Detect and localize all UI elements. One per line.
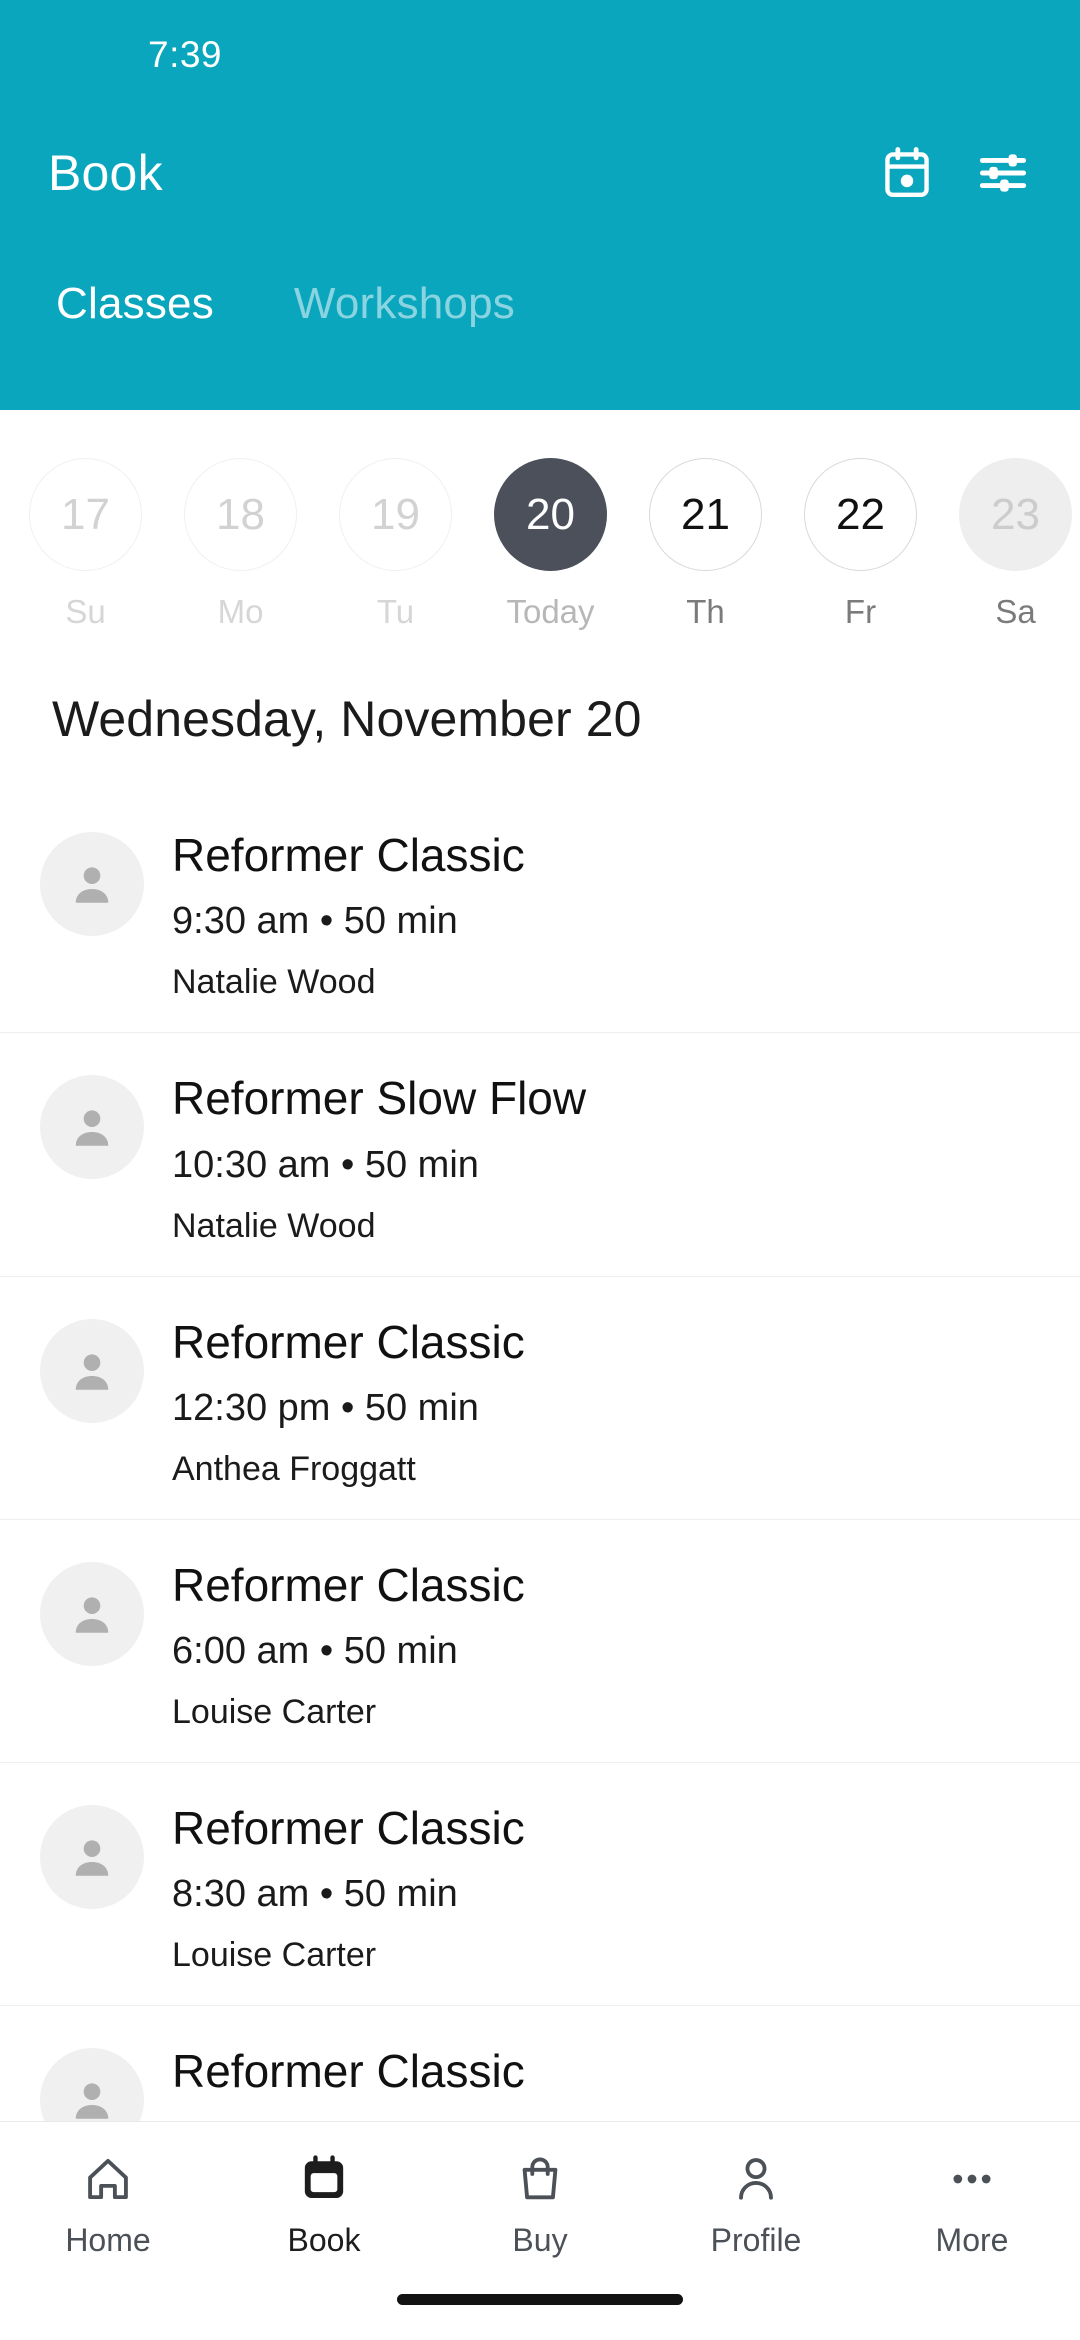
- date-weekday: Tu: [376, 593, 415, 630]
- tab-classes[interactable]: Classes: [34, 279, 236, 329]
- header-tabs: Classes Workshops: [0, 235, 1080, 355]
- class-staff: Natalie Wood: [172, 1206, 376, 1245]
- date-number: 23: [959, 458, 1072, 571]
- class-title: Reformer Classic: [172, 1315, 525, 1368]
- bottom-nav-items: Home Book Buy Profile More: [0, 2122, 1080, 2294]
- class-time: 10:30 am • 50 min: [172, 1143, 479, 1186]
- calendar-icon[interactable]: [876, 142, 938, 204]
- date-weekday: Sa: [995, 593, 1036, 630]
- date-number: 18: [184, 458, 297, 571]
- nav-label: More: [935, 2222, 1009, 2258]
- home-icon: [83, 2150, 133, 2208]
- bag-icon: [515, 2150, 565, 2208]
- class-time: 9:30 am • 50 min: [172, 900, 458, 943]
- date-weekday: Fr: [844, 593, 877, 630]
- class-info: Reformer Classic 8:30 am • 50 min Louise…: [172, 1799, 525, 1975]
- app-bar: Book: [0, 110, 1080, 235]
- nav-item-home[interactable]: Home: [0, 2150, 216, 2259]
- date-number: 20: [494, 458, 607, 571]
- status-bar-clock: 7:39: [148, 34, 223, 75]
- date-cell-18[interactable]: 18 Mo: [163, 458, 318, 631]
- avatar: [40, 1075, 144, 1180]
- class-info: Reformer Classic 12:30 pm • 50 min Anthe…: [172, 1313, 525, 1489]
- class-list-item[interactable]: Reformer Classic 8:30 am • 50 min Louise…: [0, 1763, 1080, 2007]
- avatar: [40, 1805, 144, 1910]
- app-root: 7:39 Book Classes Workshops 17 Su 18 Mo …: [0, 0, 1080, 2340]
- class-list-item[interactable]: Reformer Classic 9:30 am • 50 min Natali…: [0, 790, 1080, 1034]
- nav-item-buy[interactable]: Buy: [432, 2150, 648, 2259]
- date-number: 17: [29, 458, 142, 571]
- class-info: Reformer Classic 9:30 am • 50 min Louise…: [172, 2042, 525, 2121]
- date-cell-20-today[interactable]: 20 Today: [473, 458, 628, 631]
- nav-item-profile[interactable]: Profile: [648, 2150, 864, 2259]
- avatar: [40, 2048, 144, 2121]
- class-staff: Louise Carter: [172, 1936, 377, 1975]
- date-cell-21[interactable]: 21 Th: [628, 458, 783, 631]
- date-weekday: Th: [686, 593, 725, 630]
- class-staff: Louise Carter: [172, 1693, 377, 1732]
- tune-icon[interactable]: [972, 142, 1034, 204]
- bottom-navigation: Home Book Buy Profile More: [0, 2121, 1080, 2340]
- class-list-item[interactable]: Reformer Slow Flow 10:30 am • 50 min Nat…: [0, 1033, 1080, 1277]
- date-number: 19: [339, 458, 452, 571]
- class-time: 6:00 am • 50 min: [172, 1630, 458, 1673]
- class-time: 12:30 pm • 50 min: [172, 1386, 479, 1429]
- class-time: 8:30 am • 50 min: [172, 1873, 458, 1916]
- status-bar: 7:39: [0, 0, 1080, 110]
- nav-label: Home: [65, 2222, 151, 2258]
- calendar-icon: [299, 2150, 349, 2208]
- gesture-bar[interactable]: [0, 2294, 1080, 2340]
- class-list-item[interactable]: Reformer Classic 12:30 pm • 50 min Anthe…: [0, 1276, 1080, 1520]
- date-weekday: Su: [65, 593, 106, 630]
- class-list-item[interactable]: Reformer Classic 6:00 am • 50 min Louise…: [0, 1519, 1080, 1764]
- nav-item-book[interactable]: Book: [216, 2150, 432, 2259]
- date-weekday: Mo: [217, 593, 264, 630]
- class-title: Reformer Classic: [172, 1558, 525, 1611]
- person-icon: [731, 2150, 781, 2208]
- date-strip[interactable]: 17 Su 18 Mo 19 Tu 20 Today 21 Th 22 Fr 2…: [0, 410, 1080, 680]
- tab-workshops[interactable]: Workshops: [272, 279, 537, 329]
- class-title: Reformer Classic: [172, 1802, 525, 1855]
- app-header: 7:39 Book Classes Workshops: [0, 0, 1080, 410]
- page-title: Book: [48, 144, 163, 201]
- class-info: Reformer Classic 9:30 am • 50 min Natali…: [172, 826, 525, 1002]
- nav-item-more[interactable]: More: [864, 2150, 1080, 2259]
- class-title: Reformer Classic: [172, 829, 525, 881]
- class-info: Reformer Classic 6:00 am • 50 min Louise…: [172, 1556, 525, 1732]
- nav-label: Buy: [512, 2222, 568, 2258]
- app-bar-actions: [876, 142, 1034, 204]
- ellipsis-icon: [947, 2150, 997, 2208]
- nav-label: Profile: [710, 2222, 802, 2258]
- class-staff: Anthea Froggatt: [172, 1449, 416, 1488]
- avatar: [40, 832, 144, 936]
- class-staff: Natalie Wood: [172, 963, 376, 1002]
- date-number: 22: [804, 458, 917, 571]
- date-weekday: Today: [506, 593, 595, 630]
- date-number: 21: [649, 458, 762, 571]
- class-title: Reformer Slow Flow: [172, 1072, 587, 1125]
- class-info: Reformer Slow Flow 10:30 am • 50 min Nat…: [172, 1069, 586, 1245]
- class-title: Reformer Classic: [172, 2045, 525, 2098]
- gesture-bar-pill: [397, 2294, 683, 2305]
- nav-label: Book: [287, 2222, 361, 2258]
- class-list[interactable]: Reformer Classic 9:30 am • 50 min Natali…: [0, 790, 1080, 2121]
- date-cell-19[interactable]: 19 Tu: [318, 458, 473, 631]
- avatar: [40, 1318, 144, 1423]
- avatar: [40, 1561, 144, 1666]
- date-cell-17[interactable]: 17 Su: [8, 458, 163, 631]
- date-cell-23[interactable]: 23 Sa: [938, 458, 1080, 631]
- class-list-item[interactable]: Reformer Classic 9:30 am • 50 min Louise…: [0, 2006, 1080, 2121]
- date-cell-22[interactable]: 22 Fr: [783, 458, 938, 631]
- selected-date-heading: Wednesday, November 20: [52, 691, 642, 747]
